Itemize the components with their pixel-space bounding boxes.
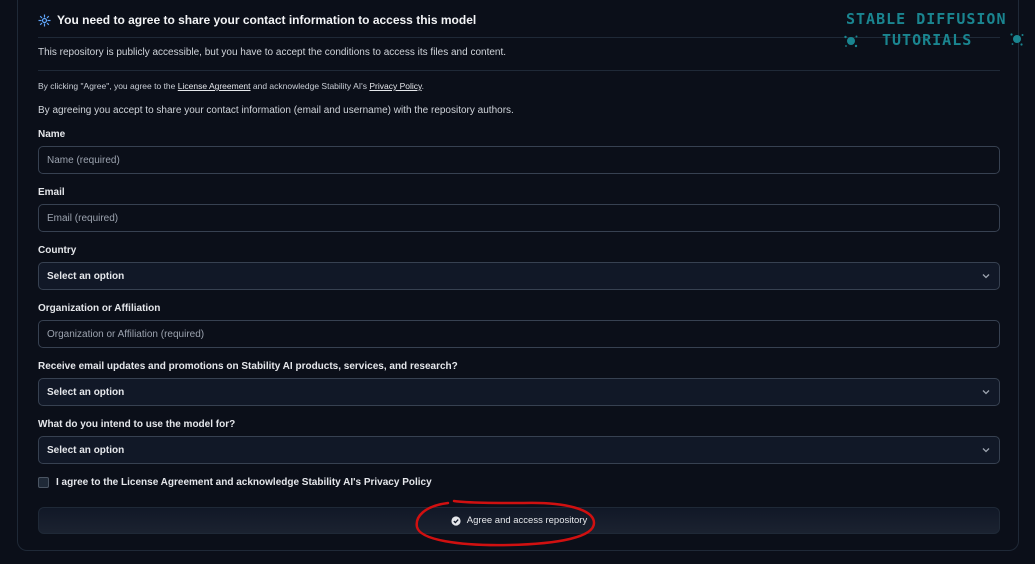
share-notice: By agreeing you accept to share your con… [38, 105, 514, 116]
access-gate-panel: You need to agree to share your contact … [17, 0, 1019, 551]
country-select-value: Select an option [47, 270, 125, 282]
country-select[interactable]: Select an option [38, 262, 1000, 290]
organization-input[interactable] [38, 320, 1000, 348]
intended-use-select-value: Select an option [47, 444, 125, 456]
divider [38, 37, 1000, 38]
license-agreement-link[interactable]: License Agreement [178, 81, 251, 91]
gate-icon [38, 14, 51, 27]
terms-notice: By clicking "Agree", you agree to the Li… [38, 81, 424, 91]
chevron-down-icon [981, 387, 991, 397]
chevron-down-icon [981, 271, 991, 281]
chevron-down-icon [981, 445, 991, 455]
agree-checkbox-row[interactable]: I agree to the License Agreement and ack… [38, 477, 432, 488]
agree-and-access-button[interactable]: Agree and access repository [38, 507, 1000, 534]
divider [38, 70, 1000, 71]
agree-and-access-label: Agree and access repository [466, 515, 588, 526]
terms-middle: and acknowledge Stability AI's [250, 81, 370, 91]
check-circle-icon [451, 515, 461, 526]
name-label: Name [38, 129, 66, 140]
agree-checkbox-label: I agree to the License Agreement and ack… [56, 477, 432, 488]
updates-select-value: Select an option [47, 386, 125, 398]
terms-prefix: By clicking "Agree", you agree to the [38, 81, 178, 91]
organization-label: Organization or Affiliation [38, 303, 161, 314]
country-label: Country [38, 245, 77, 256]
email-label: Email [38, 187, 65, 198]
email-input[interactable] [38, 204, 1000, 232]
privacy-policy-link[interactable]: Privacy Policy [369, 81, 421, 91]
gate-header: You need to agree to share your contact … [38, 13, 476, 27]
intended-use-label: What do you intend to use the model for? [38, 419, 236, 430]
updates-select[interactable]: Select an option [38, 378, 1000, 406]
gate-title: You need to agree to share your contact … [57, 13, 477, 27]
terms-suffix: . [421, 81, 424, 91]
gate-subtitle: This repository is publicly accessible, … [38, 47, 507, 58]
agree-checkbox[interactable] [38, 477, 49, 488]
updates-label: Receive email updates and promotions on … [38, 361, 458, 372]
intended-use-select[interactable]: Select an option [38, 436, 1000, 464]
name-input[interactable] [38, 146, 1000, 174]
